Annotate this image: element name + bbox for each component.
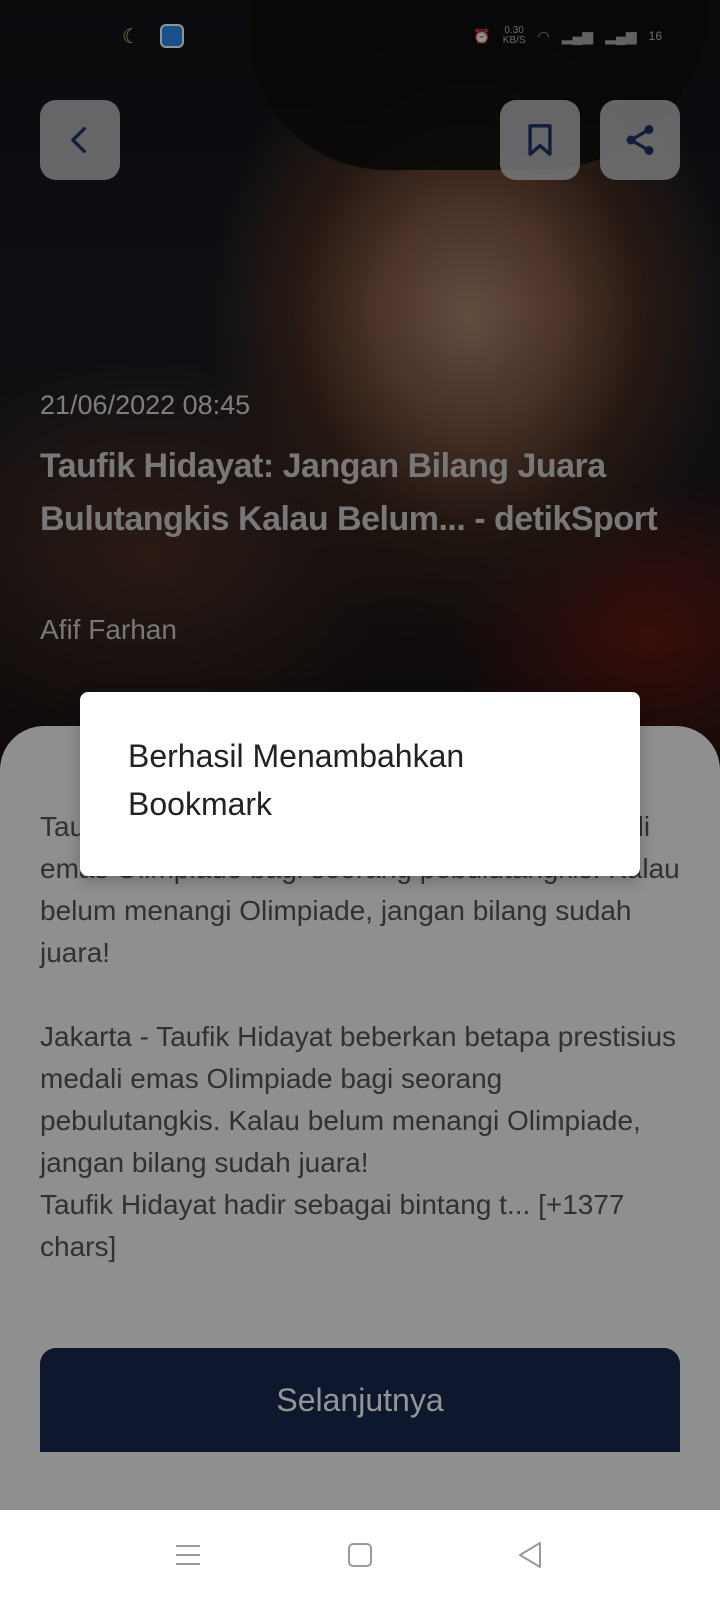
nav-recents-button[interactable] [168, 1535, 208, 1575]
nav-home-button[interactable] [340, 1535, 380, 1575]
bookmark-toast-dialog: Berhasil Menambahkan Bookmark [80, 692, 640, 876]
triangle-back-icon [519, 1542, 541, 1568]
menu-icon [176, 1545, 200, 1565]
square-icon [348, 1543, 372, 1567]
system-navigation-bar [0, 1510, 720, 1600]
nav-back-button[interactable] [510, 1535, 550, 1575]
dialog-message: Berhasil Menambahkan Bookmark [128, 738, 465, 822]
